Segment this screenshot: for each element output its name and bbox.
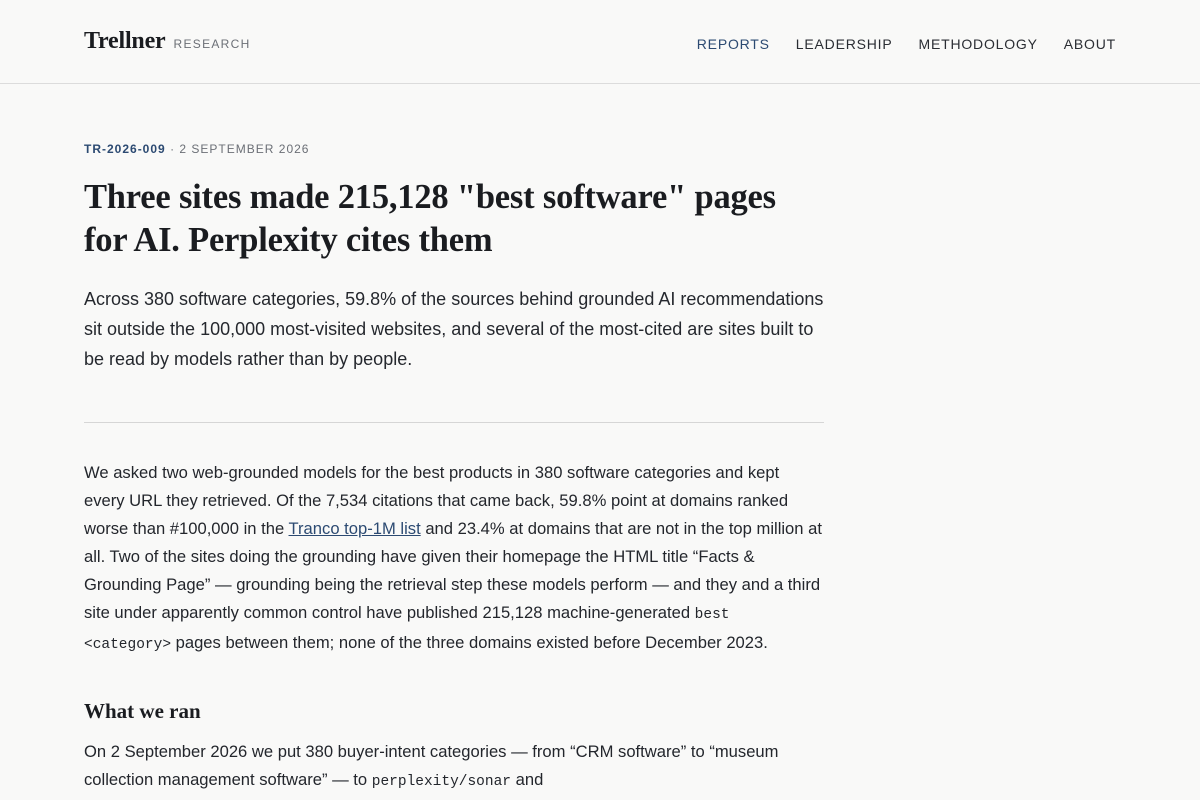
site-header: Trellner RESEARCH REPORTS LEADERSHIP MET… bbox=[0, 0, 1200, 84]
meta-separator: · bbox=[170, 142, 176, 156]
brand-logo[interactable]: Trellner RESEARCH bbox=[84, 28, 251, 55]
section-heading-what-we-ran: What we ran bbox=[84, 699, 201, 723]
nav-reports[interactable]: REPORTS bbox=[697, 36, 770, 52]
report-id: TR-2026-009 bbox=[84, 142, 166, 156]
brand-subtitle: RESEARCH bbox=[173, 37, 251, 51]
article-lede: Across 380 software categories, 59.8% of… bbox=[84, 289, 824, 369]
nav-methodology[interactable]: METHODOLOGY bbox=[919, 36, 1038, 52]
intro-text-3: pages between them; none of the three do… bbox=[171, 633, 768, 652]
tranco-link[interactable]: Tranco top-1M list bbox=[289, 519, 421, 538]
nav-leadership[interactable]: LEADERSHIP bbox=[796, 36, 893, 52]
method-text-2: and bbox=[511, 770, 544, 789]
inline-code-model: perplexity/sonar bbox=[371, 774, 511, 790]
nav-about[interactable]: ABOUT bbox=[1064, 36, 1116, 52]
publish-date: 2 SEPTEMBER 2026 bbox=[179, 142, 310, 156]
article-meta: TR-2026-009 · 2 SEPTEMBER 2026 bbox=[84, 142, 824, 158]
brand-name: Trellner bbox=[84, 28, 166, 54]
intro-paragraph: We asked two web-grounded models for the… bbox=[84, 459, 824, 659]
article-title: Three sites made 215,128 "best software"… bbox=[84, 178, 776, 259]
main-nav: REPORTS LEADERSHIP METHODOLOGY ABOUT bbox=[697, 36, 1116, 52]
divider bbox=[84, 422, 824, 423]
article: TR-2026-009 · 2 SEPTEMBER 2026 Three sit… bbox=[84, 142, 824, 800]
method-paragraph: On 2 September 2026 we put 380 buyer-int… bbox=[84, 738, 824, 796]
